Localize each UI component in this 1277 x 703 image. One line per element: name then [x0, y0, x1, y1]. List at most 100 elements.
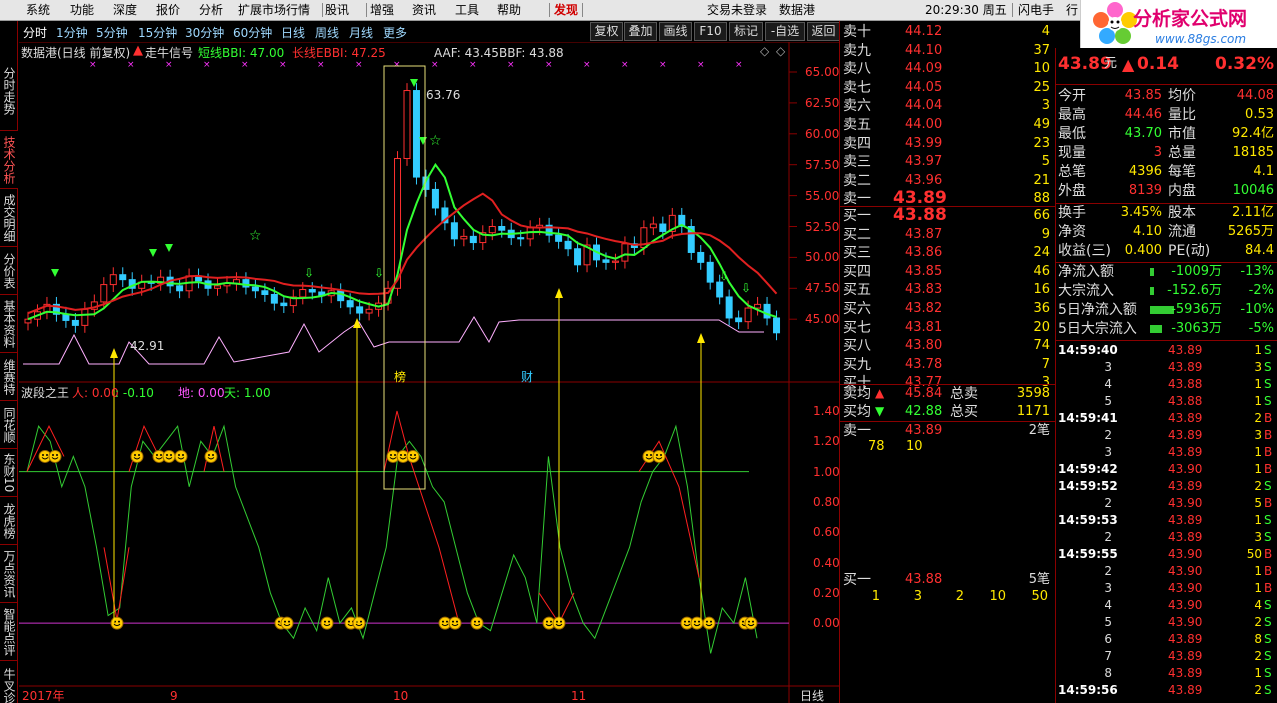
sub-tick: 0.80: [813, 494, 840, 509]
order-volume: 36: [1033, 301, 1050, 316]
menu-tools[interactable]: 工具: [455, 3, 479, 18]
bid1-queue-vol: 50: [1031, 589, 1048, 604]
order-price: 44.04: [905, 98, 943, 114]
side-tab-trade-detail[interactable]: 成交明细: [0, 189, 18, 247]
tf-1min[interactable]: 1分钟: [56, 24, 88, 41]
tf-30min[interactable]: 30分钟: [185, 24, 224, 41]
side-tab-fundamentals[interactable]: 基本资料: [0, 295, 18, 353]
tf-daily[interactable]: 日线: [281, 24, 305, 41]
tf-5min[interactable]: 5分钟: [96, 24, 128, 41]
side-tab-intraday[interactable]: 分时走势: [0, 51, 18, 131]
tick-time: 3: [1104, 581, 1112, 595]
side-tab-dragon-tiger[interactable]: 龙虎榜: [0, 497, 18, 545]
tick-volume: 1: [1254, 581, 1262, 595]
candle-body: [356, 306, 364, 314]
remove-watchlist-button[interactable]: -自选: [765, 22, 805, 41]
tf-60min[interactable]: 60分钟: [233, 24, 272, 41]
side-tab-weisaite[interactable]: 维赛特: [0, 353, 18, 401]
tf-weekly[interactable]: 周线: [315, 24, 339, 41]
cross-marker: ×: [89, 60, 97, 70]
settings-icon[interactable]: ◇: [776, 44, 785, 58]
quote-value: 92.4亿: [1232, 126, 1274, 141]
tick-time: 5: [1104, 394, 1112, 408]
cross-marker: ×: [735, 60, 743, 70]
menu-info[interactable]: 资讯: [412, 3, 436, 18]
side-tab-wandian-news[interactable]: 万点资讯: [0, 545, 18, 603]
menu-depth[interactable]: 深度: [113, 3, 137, 18]
tick-time: 6: [1104, 632, 1112, 646]
tick-side: B: [1264, 496, 1273, 510]
tick-volume: 8: [1254, 632, 1262, 646]
menu-separator: [549, 3, 550, 17]
quote-label: 总量: [1168, 145, 1196, 161]
quote-label: 外盘: [1058, 183, 1086, 199]
restore-rights-button[interactable]: 复权: [590, 22, 623, 41]
period-label[interactable]: 日线: [800, 689, 824, 703]
tick-price: 43.89: [1168, 428, 1203, 442]
order-label: 卖四: [843, 135, 871, 152]
tf-15min[interactable]: 15分钟: [138, 24, 177, 41]
ren-value: 人: 0.00: [72, 386, 119, 400]
tf-monthly[interactable]: 月线: [349, 24, 373, 41]
side-tab-tonghuashun[interactable]: 同花顺: [0, 401, 18, 449]
smiley-eye: [688, 620, 690, 623]
ask1-queue-vol: 10: [906, 439, 923, 454]
menu-discover[interactable]: 发现: [554, 3, 578, 18]
smiley-eye: [394, 453, 396, 456]
candle-body: [346, 300, 354, 308]
side-tab-technical[interactable]: 技术分析: [0, 131, 18, 189]
tick-price: 43.89: [1168, 479, 1203, 493]
tf-intraday[interactable]: 分时: [23, 24, 47, 41]
order-volume: 49: [1033, 117, 1050, 132]
menu-help[interactable]: 帮助: [497, 3, 521, 18]
candle-body: [725, 296, 733, 319]
tick-time: 14:59:53: [1058, 513, 1118, 527]
candle-body: [659, 223, 667, 232]
smiley-eye: [478, 620, 480, 623]
back-button[interactable]: 返回: [807, 22, 840, 41]
side-tab-price-table[interactable]: 分价表: [0, 247, 18, 295]
order-volume: 5: [1041, 154, 1050, 170]
order-volume: 16: [1033, 282, 1050, 298]
order-label: 买五: [843, 282, 871, 299]
smiley-eye: [550, 620, 552, 623]
menu-analysis[interactable]: 分析: [199, 3, 223, 18]
menu-extended-market[interactable]: 扩展市场行情: [238, 3, 310, 18]
tick-price: 43.89: [1168, 530, 1203, 544]
book-divider: [839, 384, 1055, 385]
order-volume: 10: [1033, 61, 1050, 77]
tf-more[interactable]: 更多: [383, 24, 407, 41]
candle-body: [517, 237, 525, 240]
order-price: 43.78: [905, 356, 943, 372]
draw-line-button[interactable]: 画线: [659, 22, 692, 41]
mark-button[interactable]: 标记: [729, 22, 763, 41]
more-status-button[interactable]: 行: [1066, 3, 1078, 18]
ask1-detail-count: 2笔: [1028, 423, 1050, 438]
order-volume: 3: [1041, 98, 1050, 114]
overlay-button[interactable]: 叠加: [624, 22, 657, 41]
down-arrow-icon: ▼: [875, 404, 885, 418]
expand-icon[interactable]: ◇: [760, 44, 769, 58]
kline-chart-area[interactable]: ☆☆⇩ ⇩ ⇩⇩× × × × × × × × × × × × × × × × × ×: [19, 42, 839, 703]
side-tab-dongcai[interactable]: 东财10: [0, 449, 18, 497]
candle-body: [299, 289, 307, 298]
candle-body: [176, 285, 184, 292]
menu-enhance[interactable]: 增强: [370, 3, 394, 18]
menu-stock-news[interactable]: 股讯: [325, 3, 349, 18]
login-status[interactable]: 交易未登录: [707, 3, 767, 18]
side-tab-stock-diagnosis[interactable]: 牛叉诊股: [0, 661, 18, 703]
smiley-eye: [160, 453, 162, 456]
tick-price: 43.90: [1168, 462, 1203, 476]
menu-system[interactable]: 系统: [26, 3, 50, 18]
f10-button[interactable]: F10: [694, 22, 727, 41]
candle-body: [242, 279, 250, 288]
tick-price: 43.89: [1168, 411, 1203, 425]
flash-trade-button[interactable]: 闪电手: [1018, 3, 1054, 18]
smiley-eye: [46, 453, 48, 456]
side-tab-smart-review[interactable]: 智能点评: [0, 603, 18, 661]
menu-quote[interactable]: 报价: [156, 3, 180, 18]
tick-side: B: [1264, 411, 1273, 425]
menu-function[interactable]: 功能: [70, 3, 94, 18]
tick-volume: 1: [1254, 666, 1262, 680]
quote-value: 43.70: [1124, 126, 1162, 141]
